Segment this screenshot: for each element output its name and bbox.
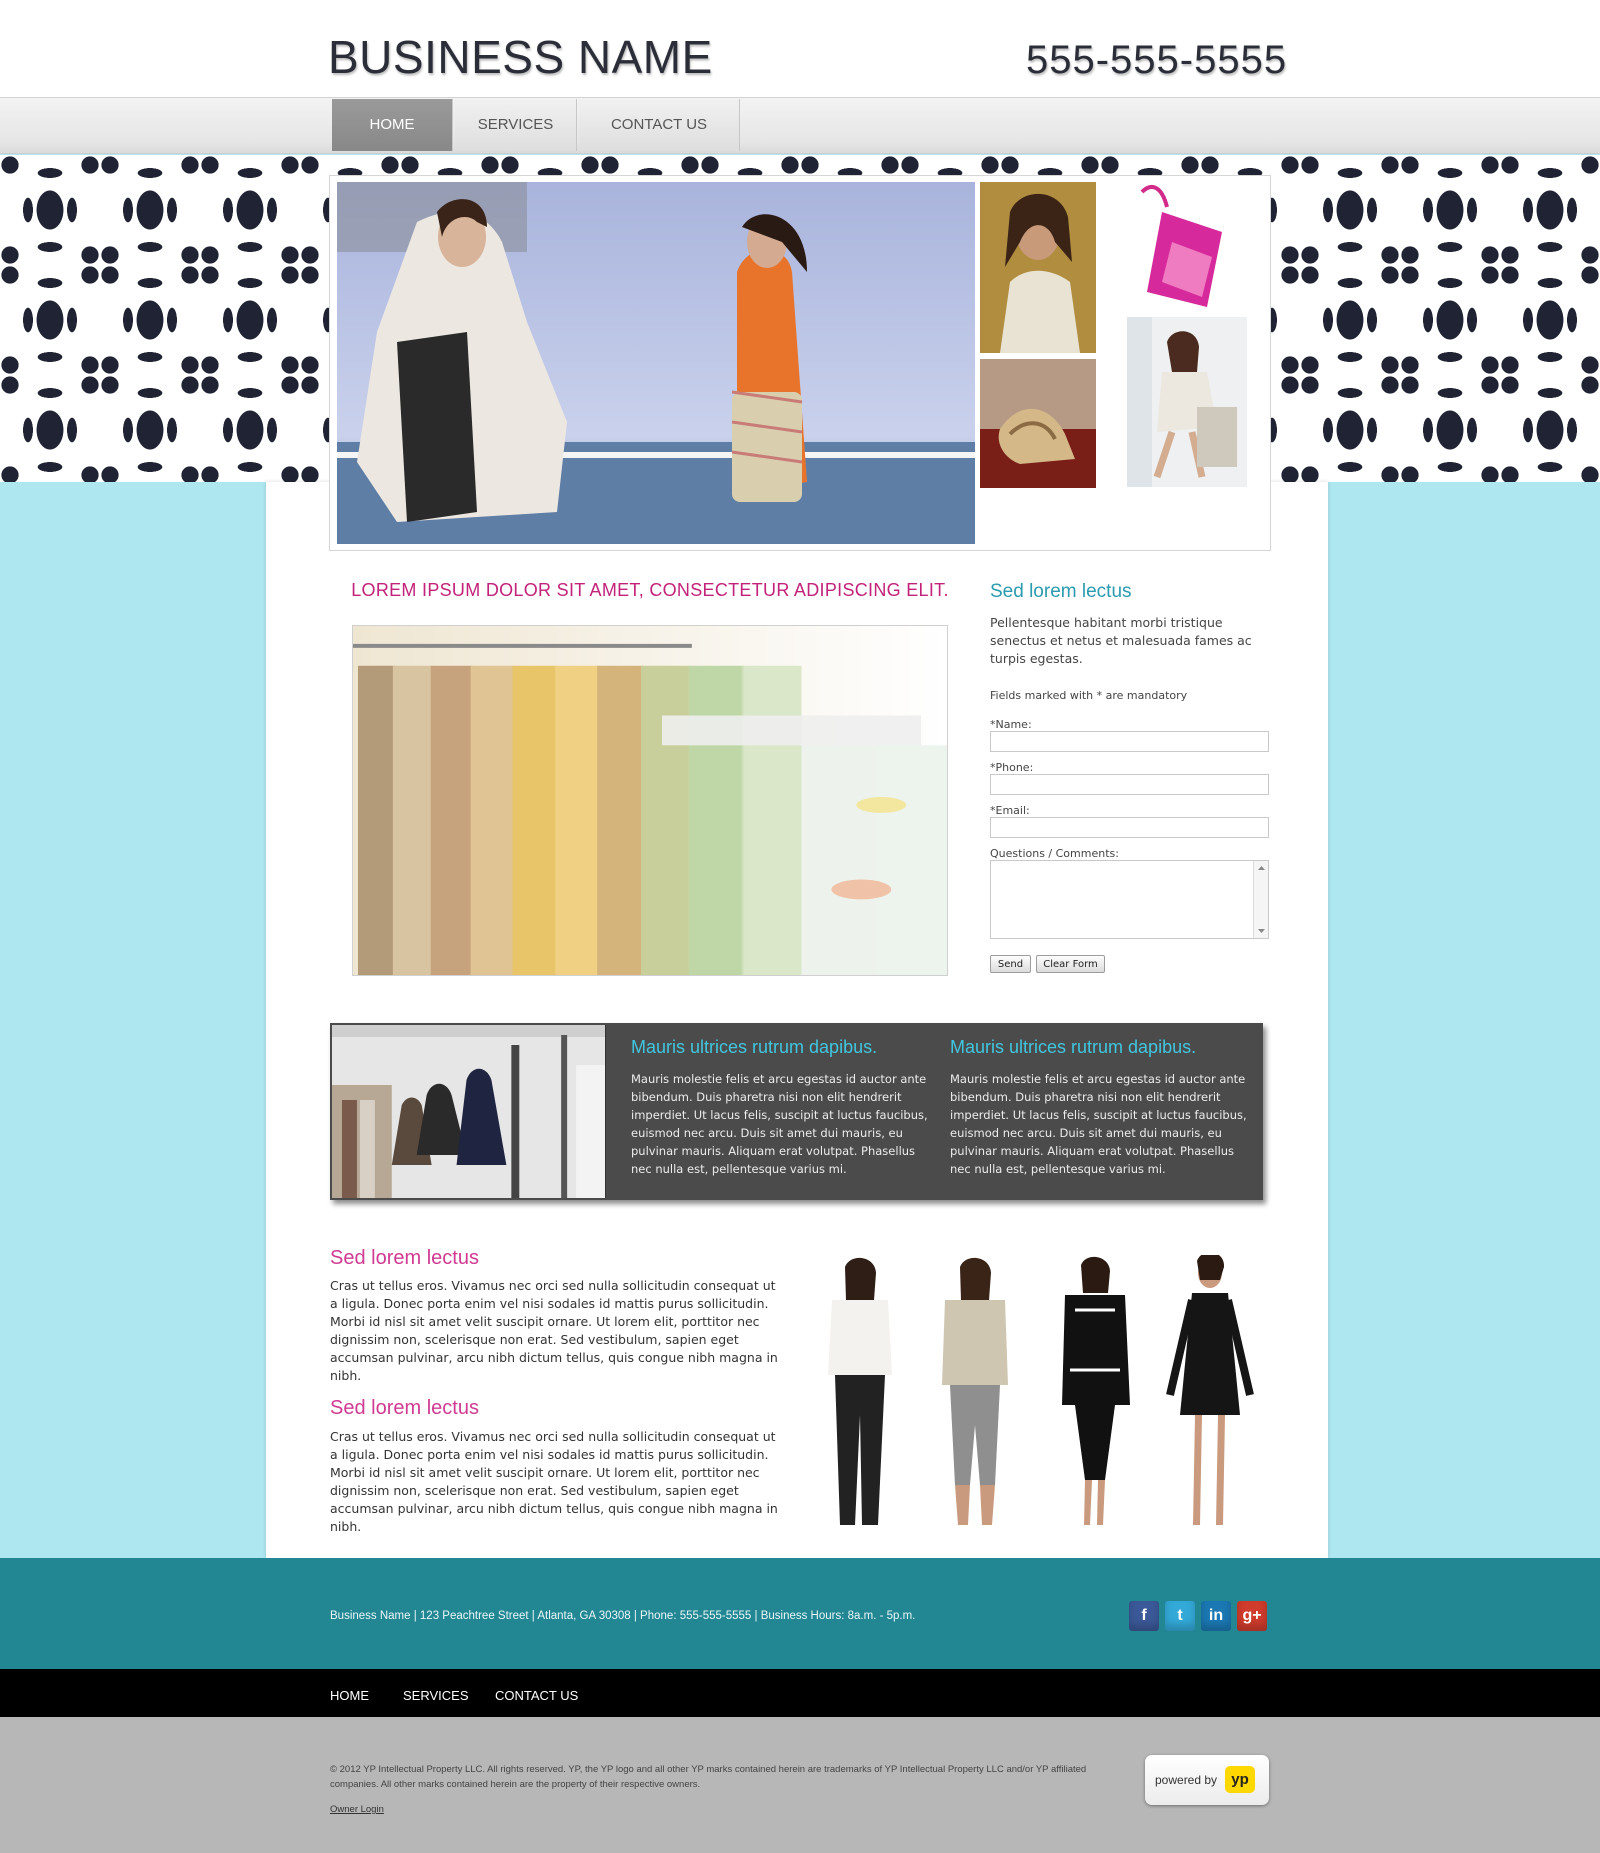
feature-band: Mauris ultrices rutrum dapibus. Mauris m… <box>330 1023 1263 1200</box>
footer-address: Business Name | 123 Peachtree Street | A… <box>330 1610 916 1622</box>
twitter-glyph: t <box>1177 1607 1183 1624</box>
powered-by-text: powered by <box>1155 1773 1218 1787</box>
feature-text-2: Mauris molestie felis et arcu egestas id… <box>950 1072 1247 1176</box>
name-label: *Name: <box>990 718 1032 731</box>
feature-text-1: Mauris molestie felis et arcu egestas id… <box>631 1072 928 1176</box>
facebook-glyph: f <box>1141 1607 1147 1624</box>
footer-nav-home[interactable]: HOME <box>330 1688 369 1703</box>
email-field[interactable] <box>990 817 1269 838</box>
linkedin-glyph: in <box>1208 1607 1224 1624</box>
google-plus-icon[interactable]: g+ <box>1237 1601 1267 1631</box>
form-mandatory-note: Fields marked with * are mandatory <box>990 689 1188 702</box>
hero-photo-women-with-bags <box>337 182 975 544</box>
models-photo <box>800 1255 1280 1540</box>
photo-pink-handbag <box>1102 182 1263 312</box>
photo-seated-woman <box>1127 317 1247 487</box>
yp-logo-icon: yp <box>1225 1766 1255 1793</box>
section-title-2: Sed lorem lectus <box>330 1397 479 1419</box>
nav-services[interactable]: SERVICES <box>455 99 577 151</box>
comments-label: Questions / Comments: <box>990 847 1119 860</box>
site-header: BUSINESS NAME 555-555-5555 <box>0 0 1600 98</box>
scroll-arrows-icon <box>1258 866 1265 933</box>
phone-field[interactable] <box>990 774 1269 795</box>
hero-gallery <box>329 175 1271 551</box>
name-field[interactable] <box>990 731 1269 752</box>
section-text-2: Cras ut tellus eros. Vivamus nec orci se… <box>330 1429 778 1534</box>
boutique-mannequins-photo <box>332 1025 606 1198</box>
comments-textarea[interactable] <box>990 860 1269 939</box>
form-title: Sed lorem lectus <box>990 581 1132 602</box>
clothing-rack-photo <box>352 625 948 976</box>
footer-nav-services[interactable]: SERVICES <box>403 1688 469 1703</box>
feature-title-1: Mauris ultrices rutrum dapibus. <box>631 1037 878 1057</box>
phone-label: *Phone: <box>990 761 1034 774</box>
linkedin-icon[interactable]: in <box>1201 1601 1231 1631</box>
facebook-icon[interactable]: f <box>1129 1601 1159 1631</box>
copyright-text: © 2012 YP Intellectual Property LLC. All… <box>330 1764 1087 1790</box>
feature-title-2: Mauris ultrices rutrum dapibus. <box>950 1037 1197 1057</box>
twitter-icon[interactable]: t <box>1165 1601 1195 1631</box>
header-phone: 555-555-5555 <box>1026 38 1288 82</box>
nav-home[interactable]: HOME <box>332 99 453 151</box>
owner-login-link[interactable]: Owner Login <box>330 1804 384 1815</box>
main-nav: HOME SERVICES CONTACT US <box>0 98 1600 154</box>
footer-nav-bar <box>0 1669 1600 1717</box>
footer-nav-contact-us[interactable]: CONTACT US <box>495 1688 578 1703</box>
powered-by-yp-badge[interactable]: powered by yp <box>1145 1755 1269 1805</box>
comments-scrollbar[interactable] <box>1253 861 1268 938</box>
clear-form-button[interactable]: Clear Form <box>1036 955 1105 973</box>
google-plus-glyph: g+ <box>1242 1607 1262 1624</box>
section-text-1: Cras ut tellus eros. Vivamus nec orci se… <box>330 1278 778 1383</box>
section-title-1: Sed lorem lectus <box>330 1247 479 1269</box>
photo-gold-shoe <box>980 359 1096 488</box>
photo-woman-in-coat <box>980 182 1096 353</box>
form-description: Pellentesque habitant morbi tristique se… <box>990 615 1252 666</box>
send-button[interactable]: Send <box>990 955 1031 973</box>
business-name-logo[interactable]: BUSINESS NAME <box>328 30 713 84</box>
email-label: *Email: <box>990 804 1030 817</box>
main-headline: LOREM IPSUM DOLOR SIT AMET, CONSECTETUR … <box>351 580 949 600</box>
nav-contact-us[interactable]: CONTACT US <box>579 99 740 151</box>
